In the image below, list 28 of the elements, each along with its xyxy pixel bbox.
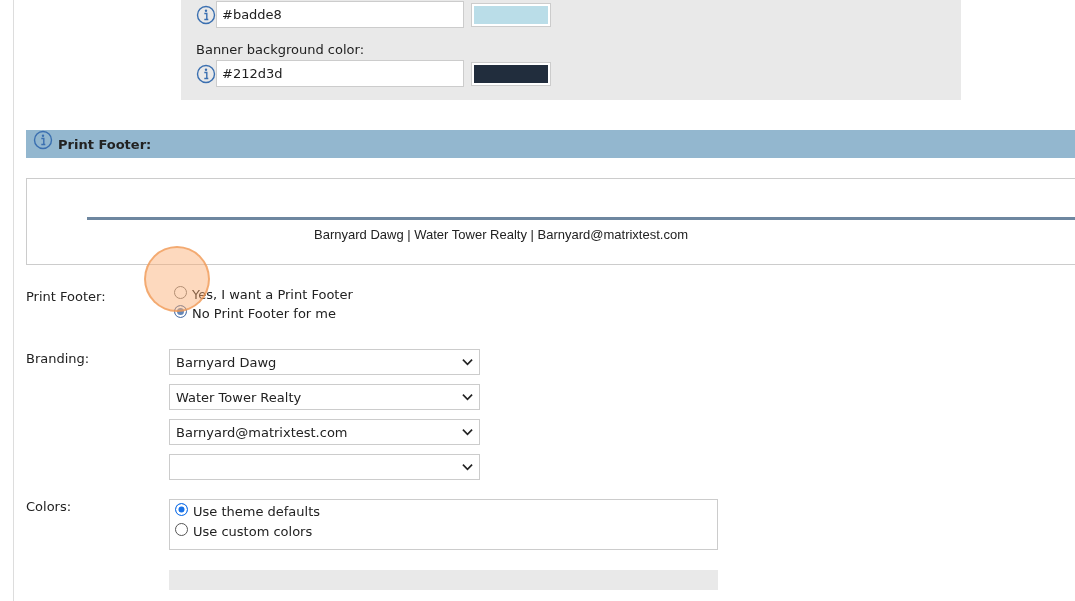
info-icon[interactable]	[33, 130, 53, 150]
radio-button[interactable]	[174, 286, 187, 299]
color-input[interactable]: #badde8	[216, 1, 464, 28]
field-label: Print Footer:	[26, 288, 107, 306]
radio-button[interactable]	[175, 503, 188, 516]
radio-label[interactable]: Use custom colors	[193, 524, 313, 539]
footer-preview-text: Barnyard Dawg | Water Tower Realty | Barnyard@matrixtest.com	[314, 227, 688, 242]
dropdown[interactable]: Barnyard@matrixtest.com	[169, 419, 480, 445]
info-icon[interactable]	[196, 4, 216, 25]
field-label: Branding:	[26, 350, 91, 368]
radio-label[interactable]: Use theme defaults	[193, 504, 321, 519]
section-title: Print Footer:	[58, 136, 152, 152]
radio-label[interactable]: No Print Footer for me	[192, 306, 336, 321]
field-label: Colors:	[26, 499, 73, 516]
chevron-down-icon	[462, 463, 473, 471]
dropdown[interactable]: Water Tower Realty	[169, 384, 480, 410]
chevron-down-icon	[462, 393, 473, 401]
radio-button[interactable]	[175, 523, 188, 536]
color-swatch[interactable]	[472, 62, 550, 85]
color-swatch[interactable]	[472, 3, 550, 26]
info-icon[interactable]	[196, 63, 216, 84]
field-label: Banner background color:	[196, 42, 365, 57]
radio-label[interactable]: Yes, I want a Print Footer	[192, 287, 353, 302]
dropdown[interactable]: Barnyard Dawg	[169, 349, 480, 375]
color-input[interactable]: #212d3d	[216, 60, 464, 87]
chevron-down-icon	[462, 358, 473, 366]
chevron-down-icon	[462, 428, 473, 436]
radio-button[interactable]	[174, 305, 187, 318]
